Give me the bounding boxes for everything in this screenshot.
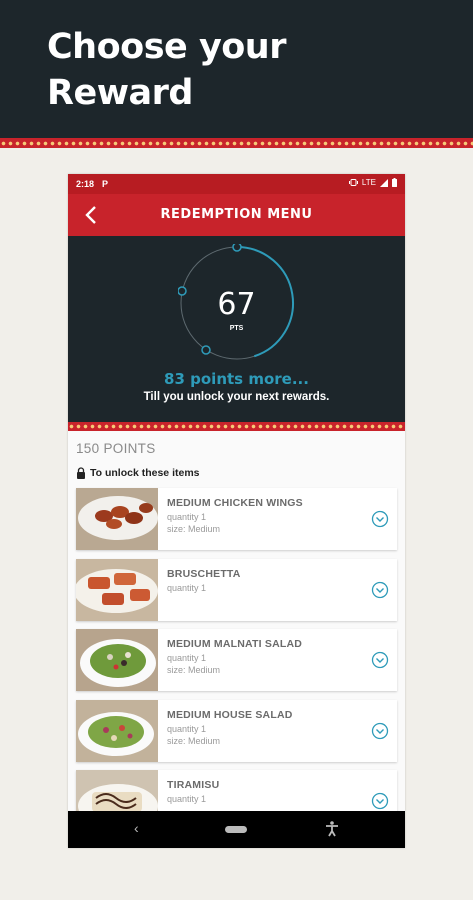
points-value: 67 [217,287,256,322]
network-label: LTE [361,178,376,187]
reward-quantity: quantity 1 [167,583,207,593]
reward-quantity: quantity 1 [167,724,207,734]
reward-name: TIRAMISU [167,779,220,791]
status-icons: LTE [348,178,397,187]
status-bar: 2:18 P LTE [68,174,405,194]
tier-title: 150 POINTS [76,441,156,456]
reward-quantity: quantity 1 [167,653,207,663]
unlock-text: To unlock these items [90,467,200,479]
reward-item[interactable]: MEDIUM CHICKEN WINGS quantity 1 size: Me… [76,488,397,550]
phone-screen: 2:18 P LTE REDEMPTION MENU 67 PTS 83 poi… [68,174,405,848]
reward-item[interactable]: BRUSCHETTA quantity 1 [76,559,397,621]
accessibility-icon[interactable] [325,821,339,837]
marquee-lights [68,422,405,431]
reward-image [76,700,158,762]
reward-image [76,488,158,550]
reward-name: MEDIUM CHICKEN WINGS [167,497,303,509]
reward-size: size: Medium [167,665,221,675]
status-time: 2:18 [76,179,95,189]
reward-size: size: Medium [167,736,221,746]
nav-home-icon[interactable] [225,826,247,833]
marquee-lights [0,138,473,148]
reward-quantity: quantity 1 [167,512,207,522]
points-panel: 67 PTS 83 points more... Till you unlock… [68,236,405,422]
system-navigation-bar: ‹ [68,811,405,848]
vibrate-icon [348,179,358,186]
chevron-down-icon[interactable] [371,792,389,810]
app-notification-icon: P [102,179,109,189]
signal-icon [380,178,388,187]
nav-back-icon[interactable]: ‹ [134,820,139,836]
chevron-down-icon[interactable] [371,510,389,528]
reward-name: BRUSCHETTA [167,568,241,580]
unlock-note: To unlock these items [76,467,200,479]
battery-icon [392,178,397,187]
app-toolbar: REDEMPTION MENU [68,194,405,236]
page-title: REDEMPTION MENU [160,207,313,222]
reward-item[interactable]: MEDIUM HOUSE SALAD quantity 1 size: Medi… [76,700,397,762]
reward-name: MEDIUM MALNATI SALAD [167,638,303,650]
rewards-list: 150 POINTS To unlock these items MEDIUM … [68,431,405,832]
reward-quantity: quantity 1 [167,794,207,804]
reward-item[interactable]: MEDIUM MALNATI SALAD quantity 1 size: Me… [76,629,397,691]
chevron-down-icon[interactable] [371,581,389,599]
promo-title: Choose your Reward [47,27,287,113]
chevron-down-icon[interactable] [371,722,389,740]
reward-image [76,559,158,621]
lock-icon [77,467,85,479]
points-unit: PTS [229,325,244,332]
reward-size: size: Medium [167,524,221,534]
chevron-down-icon[interactable] [371,651,389,669]
promo-header: Choose your Reward [0,0,473,138]
reward-image [76,629,158,691]
reward-name: MEDIUM HOUSE SALAD [167,709,293,721]
points-subtitle: Till you unlock your next rewards. [143,391,330,403]
points-remaining: 83 points more... [164,370,309,388]
